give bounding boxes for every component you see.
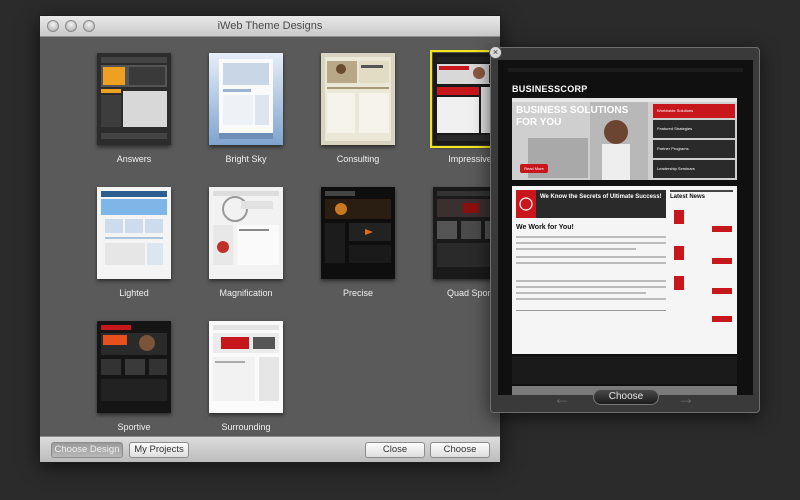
preview-hero-menu-1: Worldwide Solutions xyxy=(657,108,694,113)
thumbnail-lighted[interactable] xyxy=(97,187,171,279)
preview-hero-line2: FOR YOU xyxy=(516,117,562,128)
my-projects-button[interactable]: My Projects xyxy=(129,442,189,458)
thumbnail-precise[interactable] xyxy=(321,187,395,279)
preview-canvas: BUSINESSCORP BUSINESS SOLUTIONS FOR YOU … xyxy=(498,60,753,395)
preview-news-title: Latest News xyxy=(670,194,706,200)
theme-chooser-window: iWeb Theme Designs Answers Bright Sky Co… xyxy=(39,15,510,463)
theme-label: Magnification xyxy=(219,288,273,298)
theme-label: Precise xyxy=(342,288,373,298)
theme-precise[interactable]: Precise xyxy=(308,187,408,298)
theme-answers[interactable]: Answers xyxy=(84,53,184,164)
theme-label: Sportive xyxy=(117,422,151,432)
theme-lighted[interactable]: Lighted xyxy=(84,187,184,298)
next-arrow-icon[interactable]: → xyxy=(677,388,695,409)
theme-magnification[interactable]: Magnification xyxy=(196,187,296,298)
preview-choose-button[interactable]: Choose xyxy=(593,389,659,405)
theme-surrounding[interactable]: Surrounding xyxy=(196,321,296,432)
theme-label: Bright Sky xyxy=(225,154,267,164)
theme-consulting[interactable]: Consulting xyxy=(308,53,408,164)
theme-label: Lighted xyxy=(119,288,149,298)
preview-hero-button: Read More xyxy=(524,166,544,171)
preview-promo: We Know the Secrets of Ultimate Success! xyxy=(540,194,662,200)
thumbnail-sportive[interactable] xyxy=(97,321,171,413)
preview-section-title: We Work for You! xyxy=(516,224,574,231)
preview-hero-menu-4: Leadership Seminars xyxy=(657,166,695,171)
preview-hero-menu-3: Partner Programs xyxy=(657,146,689,151)
choose-design-button[interactable]: Choose Design xyxy=(51,442,123,458)
theme-sportive[interactable]: Sportive xyxy=(84,321,184,432)
preview-navigation: ← Choose → xyxy=(491,388,759,408)
close-preview-icon[interactable]: × xyxy=(489,46,502,59)
preview-hero-menu-2: Featured Strategies xyxy=(657,126,693,131)
title-bar: iWeb Theme Designs xyxy=(40,16,500,37)
thumbnail-magnification[interactable] xyxy=(209,187,283,279)
theme-label: Answers xyxy=(116,154,152,164)
theme-label: Surrounding xyxy=(221,422,271,432)
thumbnail-answers[interactable] xyxy=(97,53,171,145)
theme-preview-panel: × BUSINESSCORP BUSINESS SOLUTIONS FOR YO… xyxy=(489,46,760,413)
thumbnail-surrounding[interactable] xyxy=(209,321,283,413)
preview-hero-line1: BUSINESS SOLUTIONS xyxy=(516,105,629,116)
window-title: iWeb Theme Designs xyxy=(217,20,323,32)
theme-label: Consulting xyxy=(336,154,380,164)
bottom-toolbar: Choose Design My Projects Close Choose xyxy=(40,436,500,462)
choose-button[interactable]: Choose xyxy=(430,442,490,458)
preview-brand: BUSINESSCORP xyxy=(512,84,588,94)
thumbnail-consulting[interactable] xyxy=(321,53,395,145)
previous-arrow-icon[interactable]: ← xyxy=(553,388,571,409)
theme-bright-sky[interactable]: Bright Sky xyxy=(196,53,296,164)
thumbnail-bright-sky[interactable] xyxy=(209,53,283,145)
close-button[interactable]: Close xyxy=(365,442,425,458)
theme-grid: Answers Bright Sky Consulting Impressive… xyxy=(40,38,510,436)
